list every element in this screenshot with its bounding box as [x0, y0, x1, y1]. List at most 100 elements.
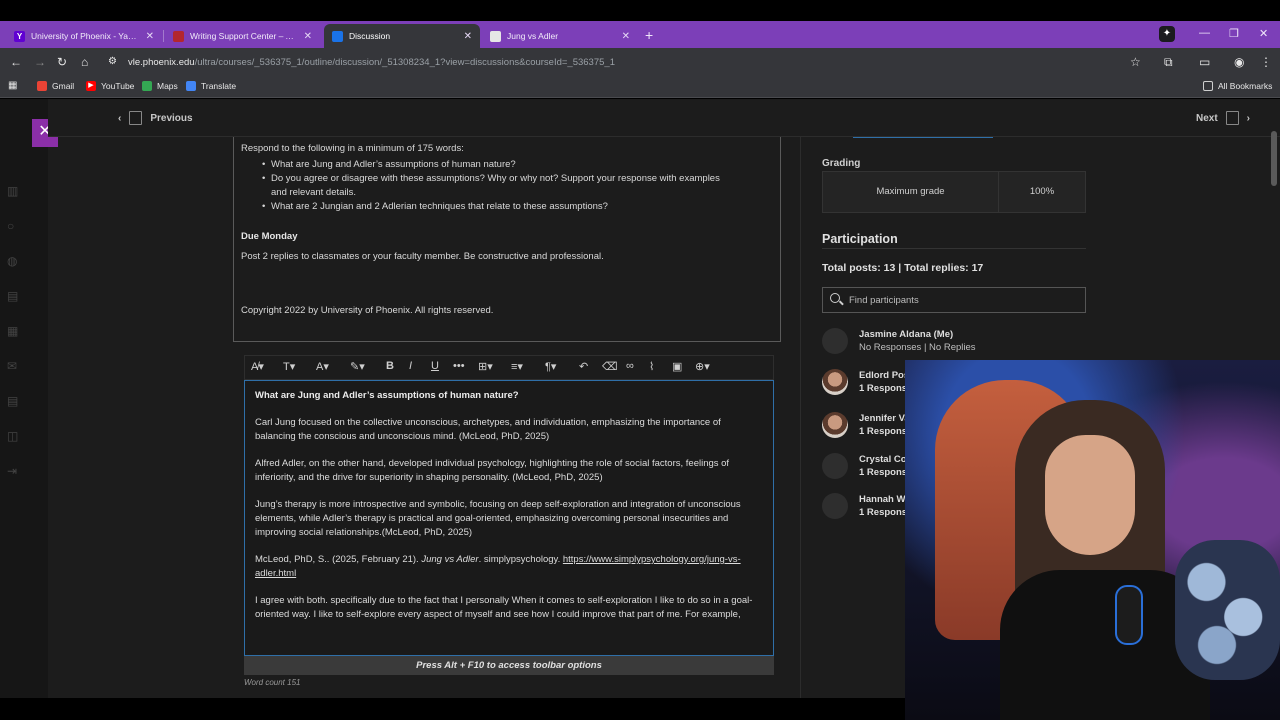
table-icon[interactable]: ⊞▾	[478, 360, 493, 373]
due-text: Post 2 replies to classmates or your fac…	[241, 251, 604, 262]
page-scrollbar[interactable]	[1271, 131, 1277, 186]
minimize-icon[interactable]: —	[1199, 27, 1210, 39]
tab-writing-support[interactable]: Writing Support Center – Acad ✕	[165, 24, 320, 48]
new-tab-icon[interactable]: +	[645, 27, 653, 43]
left-nav-rail: ▥ ○ ◍ ▤ ▦ ✉ ▤ ◫ ⇥	[0, 99, 48, 698]
list-item: Do you agree or disagree with these assu…	[262, 172, 735, 200]
more-icon[interactable]: •••	[453, 360, 465, 372]
tab-jung-vs-adler[interactable]: Jung vs Adler ✕	[482, 24, 638, 48]
signout-icon[interactable]: ⇥	[7, 464, 21, 478]
participant-name: Edlord Pos	[859, 370, 910, 381]
bookmark-star-icon[interactable]: ☆	[1130, 55, 1141, 69]
eraser-icon[interactable]: ⌫	[602, 360, 618, 373]
align-icon[interactable]: ≡▾	[511, 360, 523, 373]
add-content-icon[interactable]: ⊕▾	[695, 360, 710, 373]
paragraph-style-icon[interactable]: A̸▾	[251, 360, 264, 373]
paragraph-icon[interactable]: ¶▾	[545, 360, 556, 373]
next-button[interactable]: Next ›	[1196, 111, 1250, 125]
participant-status: 1 Respons	[859, 507, 907, 518]
bookmark-youtube[interactable]: ▶ YouTube	[86, 81, 134, 91]
tools-icon[interactable]: ◫	[7, 429, 21, 443]
panel-header: ‹ Previous Next ›	[48, 99, 1280, 137]
highlight-icon[interactable]: ✎▾	[350, 360, 365, 373]
back-icon[interactable]: ←	[10, 55, 22, 69]
address-bar[interactable]: vle.phoenix.edu/ultra/courses/_536375_1/…	[128, 57, 615, 68]
calendar-icon[interactable]: ▦	[7, 324, 21, 338]
all-bookmarks[interactable]: All Bookmarks	[1203, 81, 1272, 91]
restore-icon[interactable]: ❐	[1229, 27, 1239, 40]
page-icon	[490, 30, 501, 42]
participation-title: Participation	[822, 232, 898, 246]
site-info-icon[interactable]: ⚙	[108, 56, 117, 67]
youtube-icon: ▶	[86, 81, 96, 91]
participation-totals: Total posts: 13 | Total replies: 17	[822, 262, 984, 274]
participant-item[interactable]: Jasmine Aldana (Me) No Responses | No Re…	[822, 327, 1122, 357]
list-item: What are Jung and Adler’s assumptions of…	[262, 158, 735, 172]
avatar	[822, 493, 848, 519]
bottom-bar	[0, 698, 905, 720]
window-close-icon[interactable]: ✕	[1259, 27, 1268, 40]
courses-icon[interactable]: ▤	[7, 289, 21, 303]
underline-icon[interactable]: U	[431, 360, 439, 372]
search-icon[interactable]: ○	[7, 219, 21, 233]
forward-icon[interactable]: →	[34, 55, 46, 69]
participant-status: 1 Respons	[859, 426, 907, 437]
link-underline[interactable]	[853, 137, 993, 138]
search-input[interactable]	[849, 288, 1079, 312]
editor-body[interactable]: What are Jung and Adler’s assumptions of…	[244, 380, 774, 656]
italic-icon[interactable]: I	[409, 360, 412, 372]
bookmark-translate[interactable]: Translate	[186, 81, 236, 91]
editor-paragraph: I agree with both. specifically due to t…	[255, 595, 753, 620]
toolbar-hint: Press Alt + F10 to access toolbar option…	[244, 656, 774, 675]
search-icon	[830, 293, 840, 303]
editor-paragraph: Jung’s therapy is more introspective and…	[255, 499, 741, 538]
translate-icon	[186, 81, 196, 91]
home-icon[interactable]: ⌂	[81, 55, 88, 69]
menu-icon[interactable]: ⋮	[1260, 55, 1272, 69]
gemini-icon[interactable]: ✦	[1159, 26, 1175, 42]
attach-icon[interactable]: ⌇	[649, 360, 654, 373]
close-icon[interactable]: ✕	[304, 31, 312, 42]
font-size-icon[interactable]: A▾	[316, 360, 329, 373]
maps-icon	[142, 81, 152, 91]
citation-title: Jung vs Adler	[421, 554, 479, 565]
tab-discussion[interactable]: Discussion ✕	[324, 24, 480, 48]
grade-table: Maximum grade 100%	[822, 171, 1086, 213]
close-icon[interactable]: ✕	[146, 31, 154, 42]
browser-toolbar: ← → ↻ ⌂ ⚙ vle.phoenix.edu/ultra/courses/…	[0, 48, 1280, 76]
bookmark-maps[interactable]: Maps	[142, 81, 178, 91]
text-format-icon[interactable]: T▾	[283, 360, 295, 373]
responses-count: 1 Respons	[859, 507, 908, 518]
close-icon[interactable]: ✕	[622, 31, 630, 42]
responses-count: 1 Respons	[859, 426, 908, 437]
bookmark-gmail[interactable]: Gmail	[37, 81, 74, 91]
grades-icon[interactable]: ▤	[7, 394, 21, 408]
tab-yahoo[interactable]: Y University of Phoenix - Yahoo S ✕	[6, 24, 162, 48]
close-icon[interactable]: ✕	[464, 31, 472, 42]
participant-search	[822, 287, 1086, 313]
profile-icon[interactable]: ◉	[1234, 55, 1244, 69]
tab-label: University of Phoenix - Yahoo S	[31, 31, 140, 41]
document-icon	[129, 111, 143, 125]
url-path: /ultra/courses/_536375_1/outline/discuss…	[194, 57, 615, 68]
globe-icon[interactable]: ◍	[7, 254, 21, 268]
participant-status: 1 Respons	[859, 467, 907, 478]
extensions-icon[interactable]: ⧉	[1164, 55, 1173, 70]
image-icon[interactable]: ▣	[672, 360, 682, 373]
apps-icon[interactable]: ▦	[8, 80, 17, 91]
max-grade-value: 100%	[1029, 186, 1055, 197]
link-icon[interactable]: ∞	[626, 360, 634, 372]
bold-icon[interactable]: B	[386, 360, 394, 372]
participant-name: Crystal Col	[859, 454, 910, 465]
messages-icon[interactable]: ✉	[7, 359, 21, 373]
sidepanel-icon[interactable]: ▭	[1199, 55, 1210, 69]
bookmark-label: Translate	[201, 81, 237, 91]
reload-icon[interactable]: ↻	[57, 55, 67, 69]
institution-icon[interactable]: ▥	[7, 184, 21, 198]
previous-button[interactable]: ‹ Previous	[118, 111, 193, 125]
undo-icon[interactable]: ↶	[579, 360, 588, 373]
citation-text: . simplypsychology.	[478, 554, 563, 565]
max-grade-label: Maximum grade	[823, 172, 999, 212]
webcam-overlay	[905, 360, 1280, 720]
tab-separator	[163, 30, 164, 42]
